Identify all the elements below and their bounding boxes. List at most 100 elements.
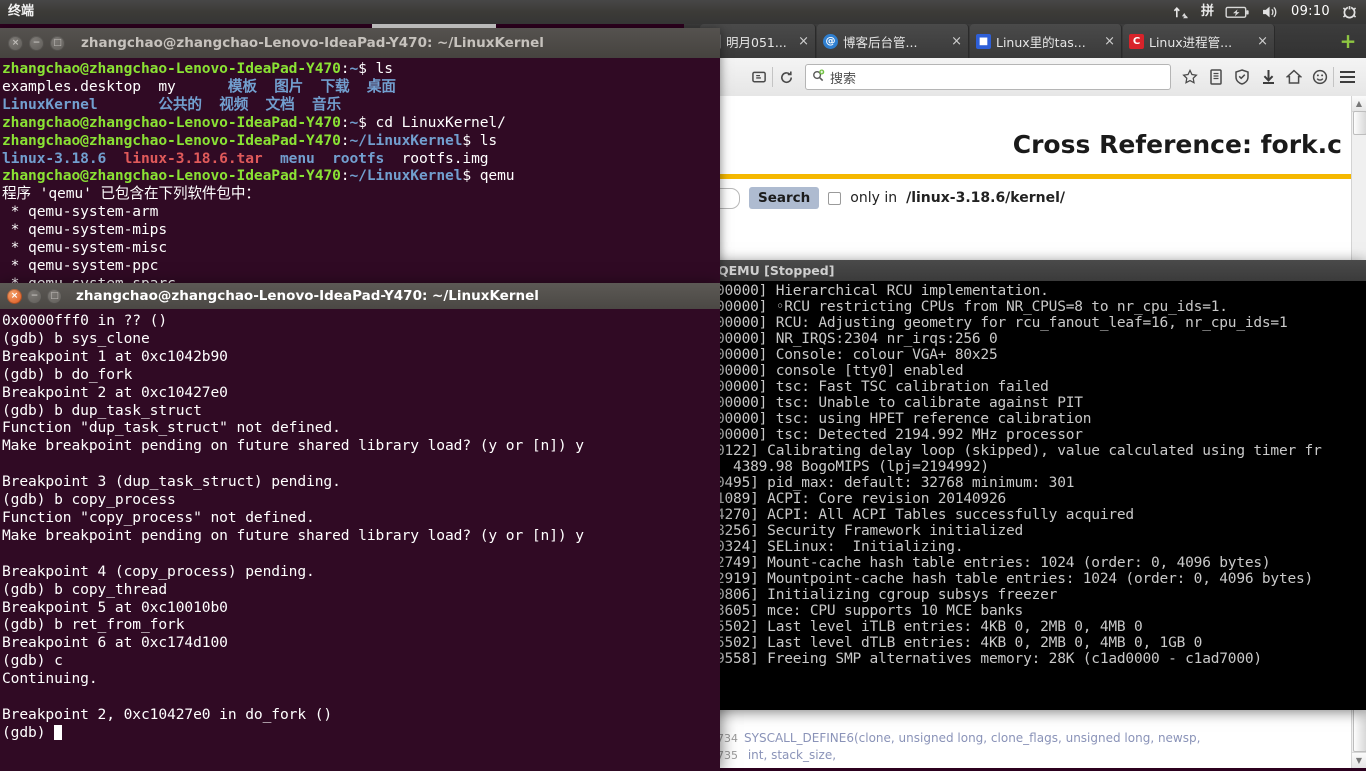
terminal-line: (gdb) b ret_from_fork [2, 616, 185, 634]
terminal-text: * qemu-system-misc [2, 239, 168, 257]
reader-view-icon[interactable] [746, 64, 772, 90]
new-tab-button[interactable]: + [1338, 31, 1358, 52]
terminal-line: LinuxKernel 公共的 视频 文档 音乐 [2, 96, 720, 114]
search-add-icon [812, 68, 825, 86]
search-button[interactable]: Search [749, 187, 820, 209]
terminal-line: (gdb) b sys_clone [2, 329, 150, 347]
page-title: Cross Reference: fork.c [1012, 130, 1342, 159]
terminal-text: linux-3.18.6.tar [123, 149, 263, 167]
tab-close-icon[interactable]: × [796, 34, 809, 49]
terminal-line: Breakpoint 2, 0xc10427e0 in do_fork () [2, 705, 333, 723]
terminal-back-console[interactable]: zhangchao@zhangchao-Lenovo-IdeaPad-Y470:… [0, 58, 720, 290]
tab-title: Linux里的tas... [996, 34, 1086, 50]
terminal-line: (gdb) b copy_thread [2, 580, 168, 598]
close-icon[interactable]: × [8, 35, 23, 51]
browser-tab-3[interactable]: C Linux进程管... × [1123, 24, 1275, 58]
battery-icon[interactable] [1225, 6, 1250, 19]
terminal-text: zhangchao@zhangchao-Lenovo-IdeaPad-Y470 [2, 60, 341, 77]
maximize-icon[interactable]: □ [47, 288, 62, 304]
terminal-window-gdb: × − □ zhangchao@zhangchao-Lenovo-IdeaPad… [0, 283, 720, 771]
scrollbar-thumb-top[interactable] [1353, 111, 1366, 135]
terminal-text: * qemu-system-ppc [2, 256, 159, 274]
clock[interactable]: 09:10 [1291, 0, 1330, 24]
smiley-icon[interactable] [1307, 64, 1333, 90]
library-icon[interactable] [1203, 64, 1229, 90]
terminal-text: 程序 'qemu' 已包含在下列软件包中： [2, 185, 260, 203]
qemu-log-line: 2749] Mount-cache hash table entries: 10… [716, 555, 1271, 571]
qemu-log-line: 00000] ◦RCU restricting CPUs from NR_CPU… [716, 299, 1228, 315]
qemu-log-line: 9558] Freeing SMP alternatives memory: 2… [716, 651, 1262, 667]
maximize-icon[interactable]: □ [50, 35, 65, 51]
terminal-back-titlebar[interactable]: × − □ zhangchao@zhangchao-Lenovo-IdeaPad… [0, 28, 720, 58]
minimize-icon[interactable]: − [27, 288, 42, 304]
terminal-line: Breakpoint 4 (copy_process) pending. [2, 562, 315, 580]
system-indicators: 拼 09:10 [1173, 0, 1362, 24]
source-code-listing: 1734 SYSCALL_DEFINE6(clone, unsigned long… [684, 730, 1366, 768]
tab-title: Linux进程管... [1149, 34, 1233, 50]
terminal-text: * qemu-system-mips [2, 221, 168, 239]
qemu-log-line: 00000] tsc: Fast TSC calibration failed [716, 379, 1049, 395]
qemu-window: QEMU [Stopped] 00000] Hierarchical RCU i… [710, 260, 1366, 710]
qemu-log-line: 5502] Last level dTLB entries: 4KB 0, 2M… [716, 635, 1203, 651]
browser-tab-1[interactable]: @ 博客后台管... × [817, 24, 969, 58]
terminal-line: Breakpoint 1 at 0xc1042b90 [2, 347, 228, 365]
terminal-text: rootfs.img [384, 149, 489, 167]
terminal-text: ~/LinuxKernel [349, 167, 463, 185]
terminal-line: zhangchao@zhangchao-Lenovo-IdeaPad-Y470:… [2, 167, 720, 185]
tab-close-icon[interactable]: × [949, 34, 962, 49]
terminal-gdb-titlebar[interactable]: × − □ zhangchao@zhangchao-Lenovo-IdeaPad… [0, 283, 720, 309]
hamburger-menu-icon[interactable] [1334, 64, 1360, 90]
qemu-log-line: 3605] mce: CPU supports 10 MCE banks [716, 603, 1024, 619]
qemu-log-line: 00000] RCU: Adjusting geometry for rcu_f… [716, 315, 1288, 331]
qemu-titlebar[interactable]: QEMU [Stopped] [710, 260, 1366, 281]
terminal-line: Breakpoint 3 (dup_task_struct) pending. [2, 473, 341, 491]
terminal-line: zhangchao@zhangchao-Lenovo-IdeaPad-Y470:… [2, 132, 720, 150]
gdb-prompt[interactable]: (gdb) [2, 724, 720, 742]
terminal-text: linux-3.18.6 [2, 149, 107, 167]
active-app-name[interactable]: 终端 [8, 0, 34, 24]
upload-download-icon[interactable] [1173, 5, 1190, 20]
qemu-title-text: QEMU [Stopped] [718, 263, 835, 278]
qemu-log-line: 00000] Console: colour VGA+ 80x25 [716, 347, 998, 363]
terminal-text: ~ [349, 113, 359, 131]
reload-icon[interactable] [773, 64, 799, 90]
qemu-log-line: 00000] console [tty0] enabled [716, 363, 964, 379]
terminal-gdb-console[interactable]: 0x0000fff0 in ?? () (gdb) b sys_clone Brea… [0, 309, 720, 771]
terminal-text: $ cd LinuxKernel/ [358, 113, 506, 131]
ime-indicator[interactable]: 拼 [1201, 0, 1214, 24]
scrollbar-thumb[interactable] [1353, 706, 1366, 752]
tab-close-icon[interactable]: × [1102, 34, 1115, 49]
qemu-console[interactable]: 00000] Hierarchical RCU implementation. 0… [710, 281, 1366, 710]
firefox-navigation-toolbar: 搜索 [684, 58, 1366, 97]
search-input[interactable]: 搜索 [805, 64, 1171, 90]
qemu-log-line: 0806] Initializing cgroup subsys freezer [716, 587, 1058, 603]
download-arrow-icon[interactable] [1255, 64, 1281, 90]
prompt-text: (gdb) [2, 723, 55, 741]
terminal-line: (gdb) b dup_task_struct [2, 401, 202, 419]
tab-close-icon[interactable]: × [1255, 34, 1268, 49]
code-line: 1734 SYSCALL_DEFINE6(clone, unsigned long… [684, 730, 1366, 747]
code-line: 1735 int, stack_size, [684, 747, 1366, 764]
tab-title: 明月051... [726, 34, 787, 50]
line-text: int, stack_size, [744, 748, 837, 762]
gear-power-icon[interactable] [1341, 4, 1358, 21]
terminal-line: Continuing. [2, 670, 98, 688]
terminal-text: menu [279, 149, 315, 167]
close-icon[interactable]: × [7, 288, 22, 304]
qemu-log-line: 00000] NR_IRQS:2304 nr_irqs:256 0 [716, 331, 998, 347]
terminal-text: 模板 图片 下载 桌面 [227, 77, 396, 95]
shield-icon[interactable] [1229, 64, 1255, 90]
browser-tab-2[interactable]: ■ Linux里的tas... × [970, 24, 1122, 58]
volume-icon[interactable] [1261, 5, 1280, 19]
only-in-checkbox[interactable] [828, 191, 842, 205]
terminal-line: * qemu-system-misc [2, 239, 720, 257]
minimize-icon[interactable]: − [29, 35, 44, 51]
scroll-up-arrow-icon[interactable]: ▲ [1352, 96, 1366, 112]
star-icon[interactable] [1177, 64, 1203, 90]
home-icon[interactable] [1281, 64, 1307, 90]
terminal-line: Make breakpoint pending on future shared… [2, 526, 584, 544]
scroll-down-arrow-icon[interactable]: ▼ [1352, 752, 1366, 768]
qemu-log-line: 00000] tsc: Unable to calibrate against … [716, 395, 1083, 411]
